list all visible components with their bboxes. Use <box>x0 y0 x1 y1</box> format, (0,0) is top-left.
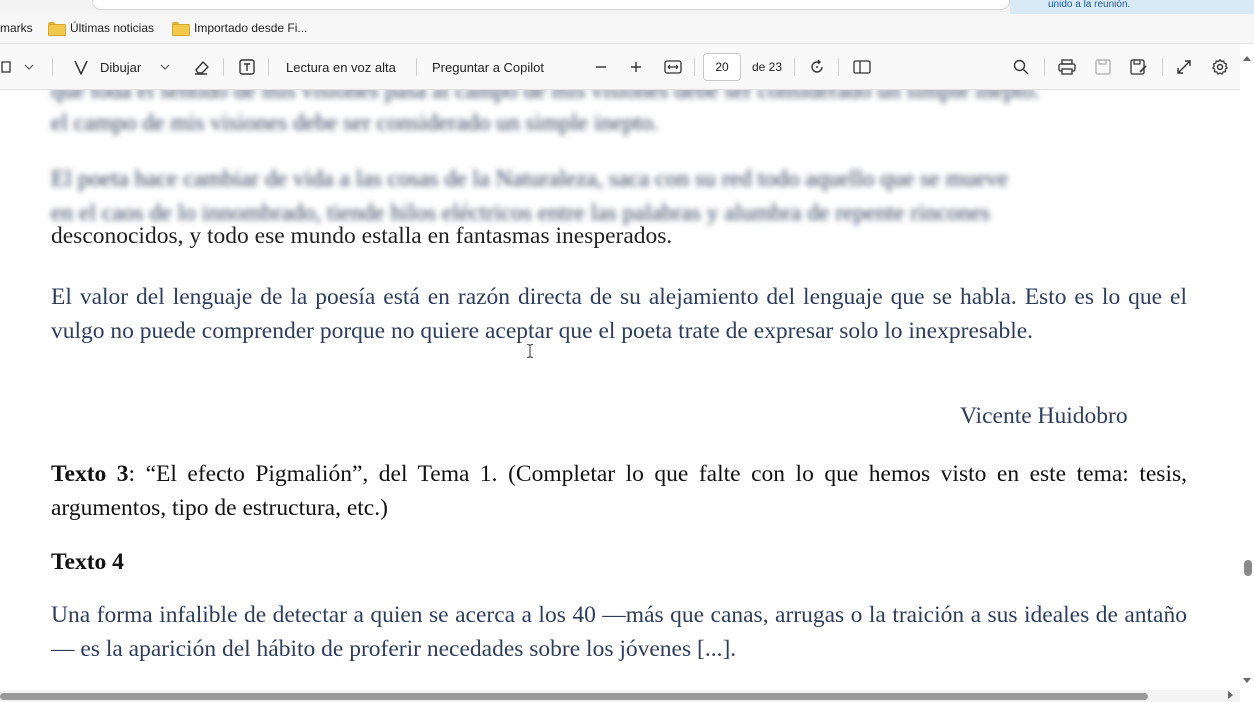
page-view-button[interactable] <box>853 44 871 90</box>
highlight-button[interactable] <box>0 44 12 90</box>
pdf-toolbar: Dibujar Lectura en voz alta Preguntar a … <box>0 44 1254 90</box>
scroll-up-icon[interactable] <box>1243 56 1251 61</box>
toolbar-divider <box>268 58 269 76</box>
zoom-in-button[interactable] <box>629 44 643 90</box>
print-button[interactable] <box>1058 44 1076 90</box>
highlighter-icon <box>1 61 11 73</box>
minus-icon <box>596 66 606 68</box>
vertical-scroll-thumb[interactable] <box>1244 560 1252 576</box>
bookmark-importado[interactable]: Importado desde Fi... <box>172 21 308 36</box>
toolbar-divider <box>694 58 695 76</box>
texto4-heading: Texto 4 <box>51 549 124 575</box>
blurred-line: El poeta hace cambiar de vida a las cosa… <box>51 166 1009 192</box>
scroll-right-icon[interactable] <box>1228 691 1233 699</box>
text-box-icon <box>239 59 255 75</box>
search-button[interactable] <box>1013 44 1029 90</box>
page-total-label: de 23 <box>752 60 783 74</box>
page-view-icon <box>853 60 871 74</box>
folder-icon <box>48 22 66 36</box>
toolbar-divider <box>794 58 795 76</box>
blur-overlay <box>51 196 1187 236</box>
scroll-down-icon[interactable] <box>1243 678 1251 683</box>
draw-label: Dibujar <box>100 59 142 75</box>
save-button[interactable] <box>1095 44 1111 90</box>
address-bar[interactable] <box>92 0 1010 10</box>
eraser-icon <box>195 61 209 75</box>
toolbar-divider <box>1044 58 1045 76</box>
fit-width-icon <box>664 60 682 74</box>
settings-button[interactable] <box>1211 44 1229 90</box>
gear-icon <box>1212 58 1228 75</box>
rotate-button[interactable] <box>808 44 826 90</box>
add-text-button[interactable] <box>238 44 256 90</box>
printer-icon <box>1058 59 1076 75</box>
author-name: Vicente Huidobro <box>960 403 1128 429</box>
toolbar-divider <box>223 58 224 76</box>
draw-pen-icon <box>74 60 88 75</box>
draw-button[interactable]: Dibujar <box>72 44 141 90</box>
copilot-label: Preguntar a Copilot <box>432 59 545 75</box>
toolbar-divider <box>416 58 417 76</box>
read-aloud-label: Lectura en voz alta <box>286 59 396 75</box>
save-as-icon <box>1130 59 1147 75</box>
fullscreen-button[interactable] <box>1176 44 1192 90</box>
bookmark-ultimas-noticias[interactable]: Últimas noticias <box>48 21 155 36</box>
bookmarks-bar: marks Últimas noticias Importado desde F… <box>0 14 1254 44</box>
page-number-input[interactable]: 20 <box>703 53 741 81</box>
read-aloud-button[interactable]: Lectura en voz alta <box>286 44 396 90</box>
texto3-body: : “El efecto Pigmalión”, del Tema 1. (Co… <box>51 461 1187 521</box>
chevron-down-icon <box>160 64 170 70</box>
save-as-button[interactable] <box>1130 44 1148 90</box>
draw-dropdown[interactable] <box>160 44 170 90</box>
toolbar-divider <box>52 58 53 76</box>
vertical-scrollbar[interactable] <box>1240 44 1254 702</box>
notification-text: unido a la reunión. <box>1048 0 1131 10</box>
bookmark-label: Últimas noticias <box>70 21 155 35</box>
fit-width-button[interactable] <box>664 44 682 90</box>
bookmark-label: marks <box>0 21 33 35</box>
text-cursor-icon <box>527 344 533 358</box>
page-total: de 23 <box>752 44 782 90</box>
pdf-page: que toda el sentido de mis visiones pasa… <box>0 90 1240 690</box>
valor-paragraph: El valor del lenguaje de la poesía está … <box>51 284 1187 344</box>
search-icon <box>1013 59 1029 75</box>
expand-icon <box>1177 60 1191 74</box>
toolbar-divider <box>838 58 839 76</box>
zoom-out-button[interactable] <box>594 44 608 90</box>
texto3-paragraph: Texto 3: “El efecto Pigmalión”, del Tema… <box>51 457 1187 525</box>
highlight-dropdown[interactable] <box>24 44 34 90</box>
texto4-body: Una forma infalible de detectar a quien … <box>51 602 1187 662</box>
bookmark-marks[interactable]: marks <box>0 21 33 35</box>
bookmark-label: Importado desde Fi... <box>194 21 308 35</box>
horizontal-scroll-thumb[interactable] <box>0 693 1148 700</box>
texto3-heading: Texto 3 <box>51 461 129 487</box>
save-icon <box>1095 59 1111 75</box>
ask-copilot-button[interactable]: Preguntar a Copilot <box>432 44 544 90</box>
toolbar-divider <box>1162 58 1163 76</box>
plus-icon <box>631 62 641 72</box>
horizontal-scrollbar[interactable] <box>0 690 1240 702</box>
folder-icon <box>172 22 190 36</box>
blurred-line: el campo de mis visiones debe ser consid… <box>51 110 659 136</box>
erase-button[interactable] <box>192 44 210 90</box>
rotate-icon <box>811 59 823 73</box>
chevron-down-icon <box>24 64 34 70</box>
